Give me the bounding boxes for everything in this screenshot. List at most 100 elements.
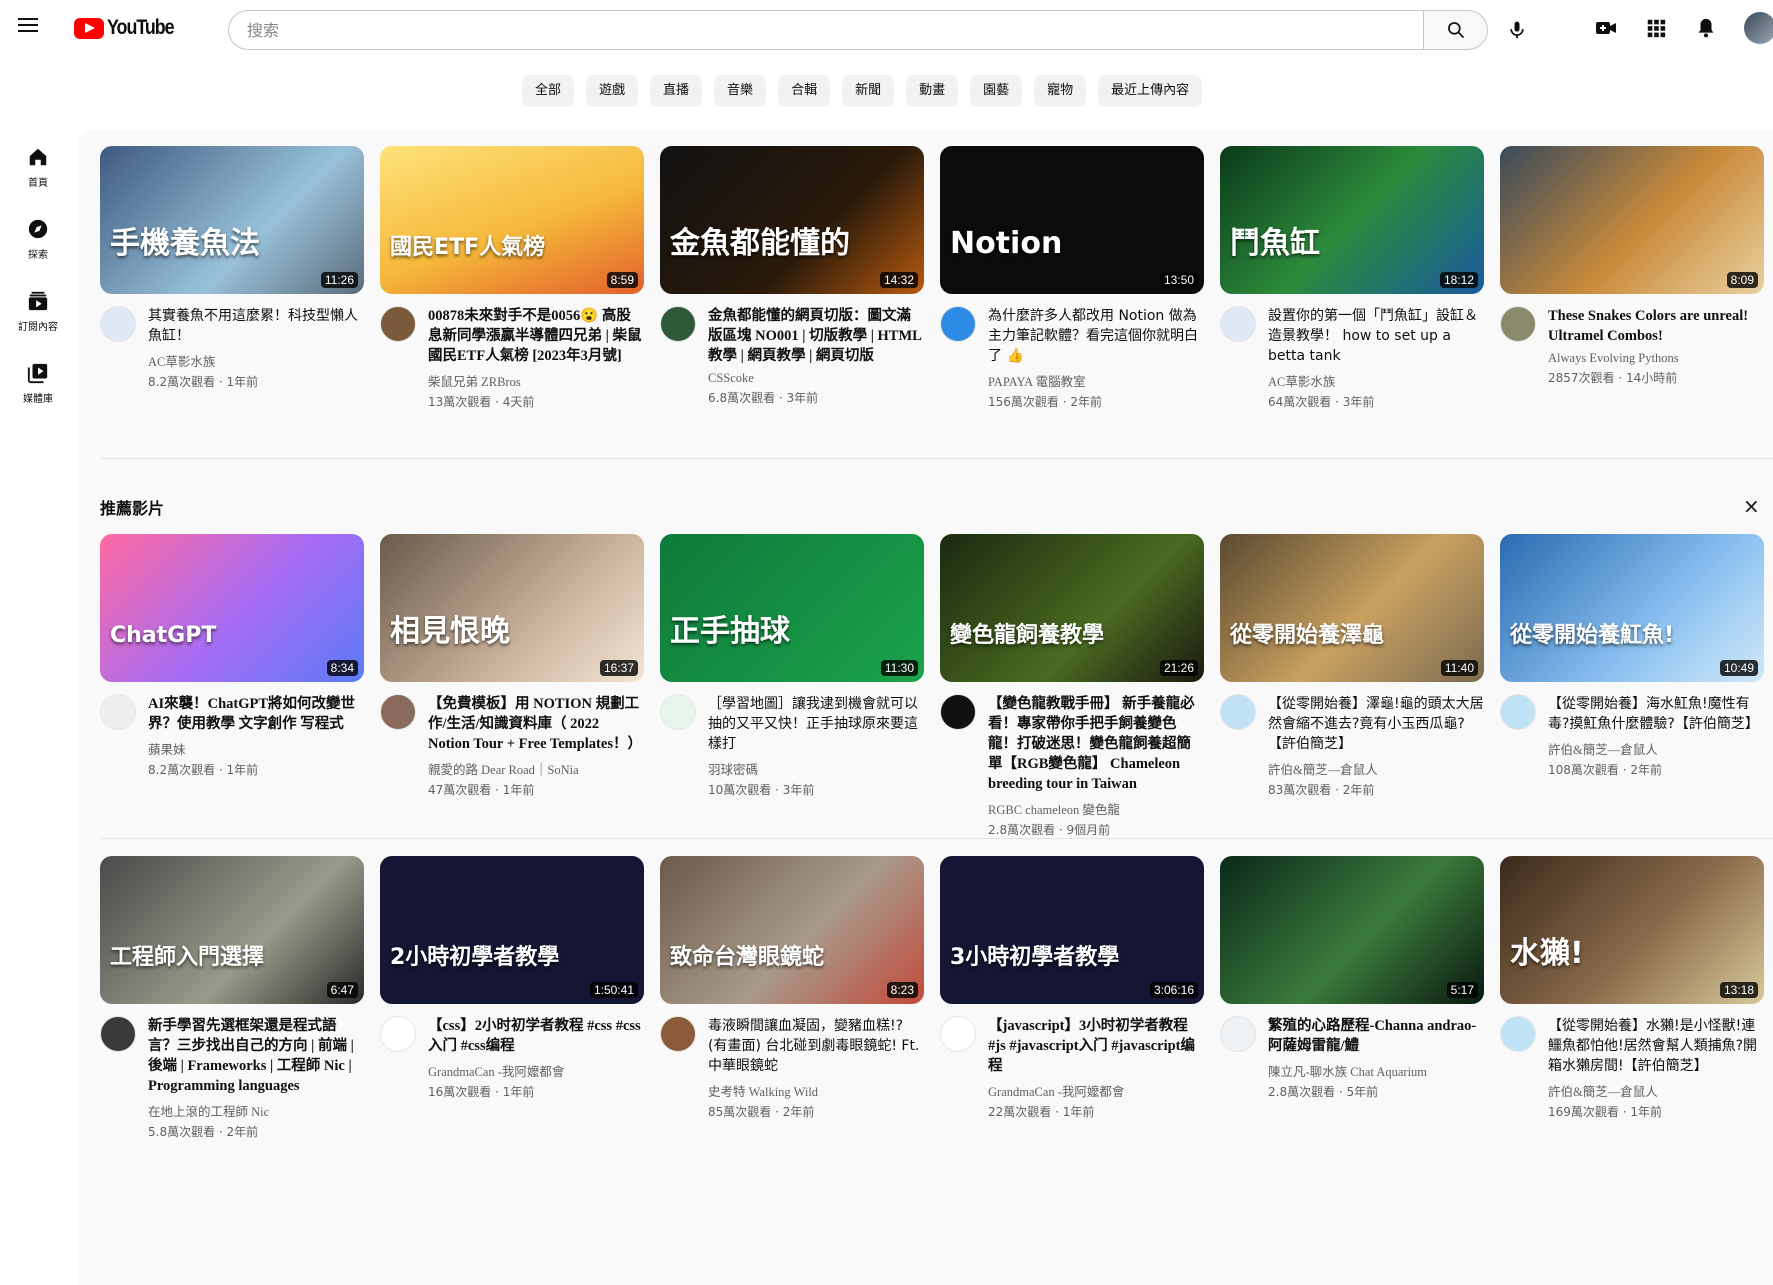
video-title[interactable]: 其實養魚不用這麼累！科技型懶人魚缸！ xyxy=(148,306,364,346)
menu-icon[interactable] xyxy=(14,14,42,42)
channel-avatar[interactable] xyxy=(1220,1016,1256,1052)
video-card[interactable]: 致命台灣眼鏡蛇 8:23 毒液瞬間讓血凝固，變豬血糕!? (有畫面) 台北碰到劇毒眼… xyxy=(660,856,924,1140)
video-card[interactable]: 水獺! 13:18 【從零開始養】水獺!是小怪獸!連鱷魚都怕他!居然會幫人類捕魚?開… xyxy=(1500,856,1764,1140)
account-avatar[interactable] xyxy=(1744,12,1773,44)
video-title[interactable]: 設置你的第一個「鬥魚缸」設缸＆造景教學！ how to set up a bet… xyxy=(1268,306,1484,366)
channel-name[interactable]: 許伯&簡芝—倉鼠人 xyxy=(1548,1081,1764,1100)
filter-chip[interactable]: 最近上傳內容 xyxy=(1098,75,1203,107)
video-thumbnail[interactable]: 從零開始養魟魚! 10:49 xyxy=(1500,534,1764,682)
video-thumbnail[interactable]: 工程師入門選擇 6:47 xyxy=(100,856,364,1004)
channel-avatar[interactable] xyxy=(660,694,696,730)
video-title[interactable]: ［學習地圖］讓我逮到機會就可以抽的又平又快！正手抽球原來要這樣打 xyxy=(708,694,924,754)
channel-name[interactable]: CSScoke xyxy=(708,371,924,386)
channel-avatar[interactable] xyxy=(1220,694,1256,730)
filter-chip[interactable]: 園藝 xyxy=(970,75,1023,107)
video-thumbnail[interactable]: 國民ETF人氣榜 8:59 xyxy=(380,146,644,294)
video-thumbnail[interactable]: 8:09 xyxy=(1500,146,1764,294)
search-button[interactable] xyxy=(1423,10,1488,50)
video-card[interactable]: 金魚都能懂的 14:32 金魚都能懂的網頁切版：圖文滿版區塊 NO001 | 切版教… xyxy=(660,146,924,410)
video-title[interactable]: 【從零開始養】海水魟魚!魔性有毒?摸魟魚什麼體驗?【許伯簡芝】 xyxy=(1548,694,1764,734)
channel-name[interactable]: AC草影水族 xyxy=(148,351,364,370)
video-thumbnail[interactable]: ChatGPT 8:34 xyxy=(100,534,364,682)
video-card[interactable]: ChatGPT 8:34 AI來襲！ChatGPT將如何改變世界？使用教學 文字創作… xyxy=(100,534,364,838)
video-title[interactable]: 【css】2小时初学者教程 #css #css入门 #css编程 xyxy=(428,1016,644,1056)
video-thumbnail[interactable]: 水獺! 13:18 xyxy=(1500,856,1764,1004)
video-title[interactable]: 金魚都能懂的網頁切版：圖文滿版區塊 NO001 | 切版教學 | HTML教學 … xyxy=(708,306,924,366)
video-thumbnail[interactable]: 2小時初學者教學 1:50:41 xyxy=(380,856,644,1004)
channel-name[interactable]: PAPAYA 電腦教室 xyxy=(988,371,1204,390)
channel-name[interactable]: GrandmaCan -我阿嬤都會 xyxy=(988,1081,1204,1100)
video-title[interactable]: AI來襲！ChatGPT將如何改變世界？使用教學 文字創作 写程式 xyxy=(148,694,364,734)
sidebar-item-library[interactable]: 媒體庫 xyxy=(0,356,76,428)
channel-avatar[interactable] xyxy=(940,1016,976,1052)
apps-grid-icon[interactable] xyxy=(1640,12,1672,44)
video-card[interactable]: 從零開始養魟魚! 10:49 【從零開始養】海水魟魚!魔性有毒?摸魟魚什麼體驗?【許… xyxy=(1500,534,1764,838)
channel-avatar[interactable] xyxy=(1220,306,1256,342)
video-title[interactable]: 【從零開始養】水獺!是小怪獸!連鱷魚都怕他!居然會幫人類捕魚?開箱水獺房間!【許… xyxy=(1548,1016,1764,1076)
filter-chip[interactable]: 音樂 xyxy=(714,75,767,107)
video-title[interactable]: 毒液瞬間讓血凝固，變豬血糕!? (有畫面) 台北碰到劇毒眼鏡蛇! Ft. 中華眼… xyxy=(708,1016,924,1076)
filter-chip[interactable]: 新聞 xyxy=(842,75,895,107)
notifications-bell-icon[interactable] xyxy=(1690,12,1722,44)
video-title[interactable]: 【從零開始養】澤龜!龜的頭太大居然會縮不進去?竟有小玉西瓜龜?【許伯簡芝】 xyxy=(1268,694,1484,754)
channel-avatar[interactable] xyxy=(940,306,976,342)
channel-avatar[interactable] xyxy=(100,306,136,342)
video-thumbnail[interactable]: 從零開始養澤龜 11:40 xyxy=(1220,534,1484,682)
search-input[interactable] xyxy=(228,10,1423,50)
channel-avatar[interactable] xyxy=(1500,1016,1536,1052)
channel-avatar[interactable] xyxy=(1500,306,1536,342)
video-thumbnail[interactable]: 相見恨晚 16:37 xyxy=(380,534,644,682)
channel-avatar[interactable] xyxy=(1500,694,1536,730)
video-card[interactable]: 相見恨晚 16:37 【免費模板】用 NOTION 規劃工作/生活/知識資料庫（ 2… xyxy=(380,534,644,838)
video-title[interactable]: 繁殖的心路歷程-Channa andrao-阿薩姆雷龍/鱧 xyxy=(1268,1016,1484,1056)
channel-avatar[interactable] xyxy=(940,694,976,730)
video-title[interactable]: 【javascript】3小时初学者教程 #js #javascript入门 #… xyxy=(988,1016,1204,1076)
filter-chip[interactable]: 合輯 xyxy=(778,75,831,107)
channel-name[interactable]: RGBC chameleon 變色龍 xyxy=(988,799,1204,818)
channel-name[interactable]: GrandmaCan -我阿嬤都會 xyxy=(428,1061,644,1080)
video-title[interactable]: 為什麼許多人都改用 Notion 做為主力筆記軟體？看完這個你就明白了 👍 xyxy=(988,306,1204,366)
channel-name[interactable]: 在地上滾的工程師 Nic xyxy=(148,1101,364,1120)
filter-chip[interactable]: 直播 xyxy=(650,75,703,107)
video-thumbnail[interactable]: 正手抽球 11:30 xyxy=(660,534,924,682)
video-card[interactable]: 正手抽球 11:30 ［學習地圖］讓我逮到機會就可以抽的又平又快！正手抽球原來要這樣… xyxy=(660,534,924,838)
dismiss-section-close-icon[interactable]: × xyxy=(1743,494,1760,518)
video-card[interactable]: 2小時初學者教學 1:50:41 【css】2小时初学者教程 #css #css入门… xyxy=(380,856,644,1140)
video-title[interactable]: These Snakes Colors are unreal! Ultramel… xyxy=(1548,306,1764,346)
video-card[interactable]: 手機養魚法 11:26 其實養魚不用這麼累！科技型懶人魚缸！ AC草影水族 8.2萬次觀… xyxy=(100,146,364,410)
video-title[interactable]: 新手學習先選框架還是程式語言？三步找出自己的方向 | 前端 | 後端 | Fra… xyxy=(148,1016,364,1096)
create-video-icon[interactable] xyxy=(1590,12,1622,44)
filter-chip[interactable]: 遊戲 xyxy=(586,75,639,107)
sidebar-item-explore[interactable]: 探索 xyxy=(0,212,76,284)
video-thumbnail[interactable]: Notion 13:50 xyxy=(940,146,1204,294)
channel-avatar[interactable] xyxy=(100,694,136,730)
channel-name[interactable]: AC草影水族 xyxy=(1268,371,1484,390)
channel-name[interactable]: 陳立凡-聊水族 Chat Aquarium xyxy=(1268,1061,1484,1080)
channel-avatar[interactable] xyxy=(380,1016,416,1052)
video-card[interactable]: 3小時初學者教學 3:06:16 【javascript】3小时初学者教程 #js … xyxy=(940,856,1204,1140)
video-thumbnail[interactable]: 致命台灣眼鏡蛇 8:23 xyxy=(660,856,924,1004)
video-card[interactable]: 鬥魚缸 18:12 設置你的第一個「鬥魚缸」設缸＆造景教學！ how to set … xyxy=(1220,146,1484,410)
youtube-logo[interactable]: YouTube xyxy=(74,16,185,40)
channel-avatar[interactable] xyxy=(380,306,416,342)
video-thumbnail[interactable]: 鬥魚缸 18:12 xyxy=(1220,146,1484,294)
channel-avatar[interactable] xyxy=(660,1016,696,1052)
channel-name[interactable]: 許伯&簡芝—倉鼠人 xyxy=(1548,739,1764,758)
video-card[interactable]: Notion 13:50 為什麼許多人都改用 Notion 做為主力筆記軟體？看完這… xyxy=(940,146,1204,410)
channel-name[interactable]: 許伯&簡芝—倉鼠人 xyxy=(1268,759,1484,778)
voice-search-button[interactable] xyxy=(1497,10,1537,50)
channel-avatar[interactable] xyxy=(380,694,416,730)
video-card[interactable]: 工程師入門選擇 6:47 新手學習先選框架還是程式語言？三步找出自己的方向 | 前端… xyxy=(100,856,364,1140)
video-card[interactable]: 8:09 These Snakes Colors are unreal! Ultr… xyxy=(1500,146,1764,410)
channel-name[interactable]: 羽球密碼 xyxy=(708,759,924,778)
video-thumbnail[interactable]: 金魚都能懂的 14:32 xyxy=(660,146,924,294)
video-thumbnail[interactable]: 5:17 xyxy=(1220,856,1484,1004)
channel-name[interactable]: Always Evolving Pythons xyxy=(1548,351,1764,366)
video-title[interactable]: 00878未來對手不是0056😮 高股息新同學漲贏半導體四兄弟 | 柴鼠國民ET… xyxy=(428,306,644,366)
video-thumbnail[interactable]: 變色龍飼養教學 21:26 xyxy=(940,534,1204,682)
filter-chip[interactable]: 全部 xyxy=(522,75,575,107)
channel-avatar[interactable] xyxy=(100,1016,136,1052)
video-card[interactable]: 變色龍飼養教學 21:26 【變色龍教戰手冊】 新手養龍必看！專家帶你手把手飼養變色… xyxy=(940,534,1204,838)
filter-chip[interactable]: 寵物 xyxy=(1034,75,1087,107)
channel-name[interactable]: 親愛的路 Dear Road｜SoNia xyxy=(428,759,644,778)
